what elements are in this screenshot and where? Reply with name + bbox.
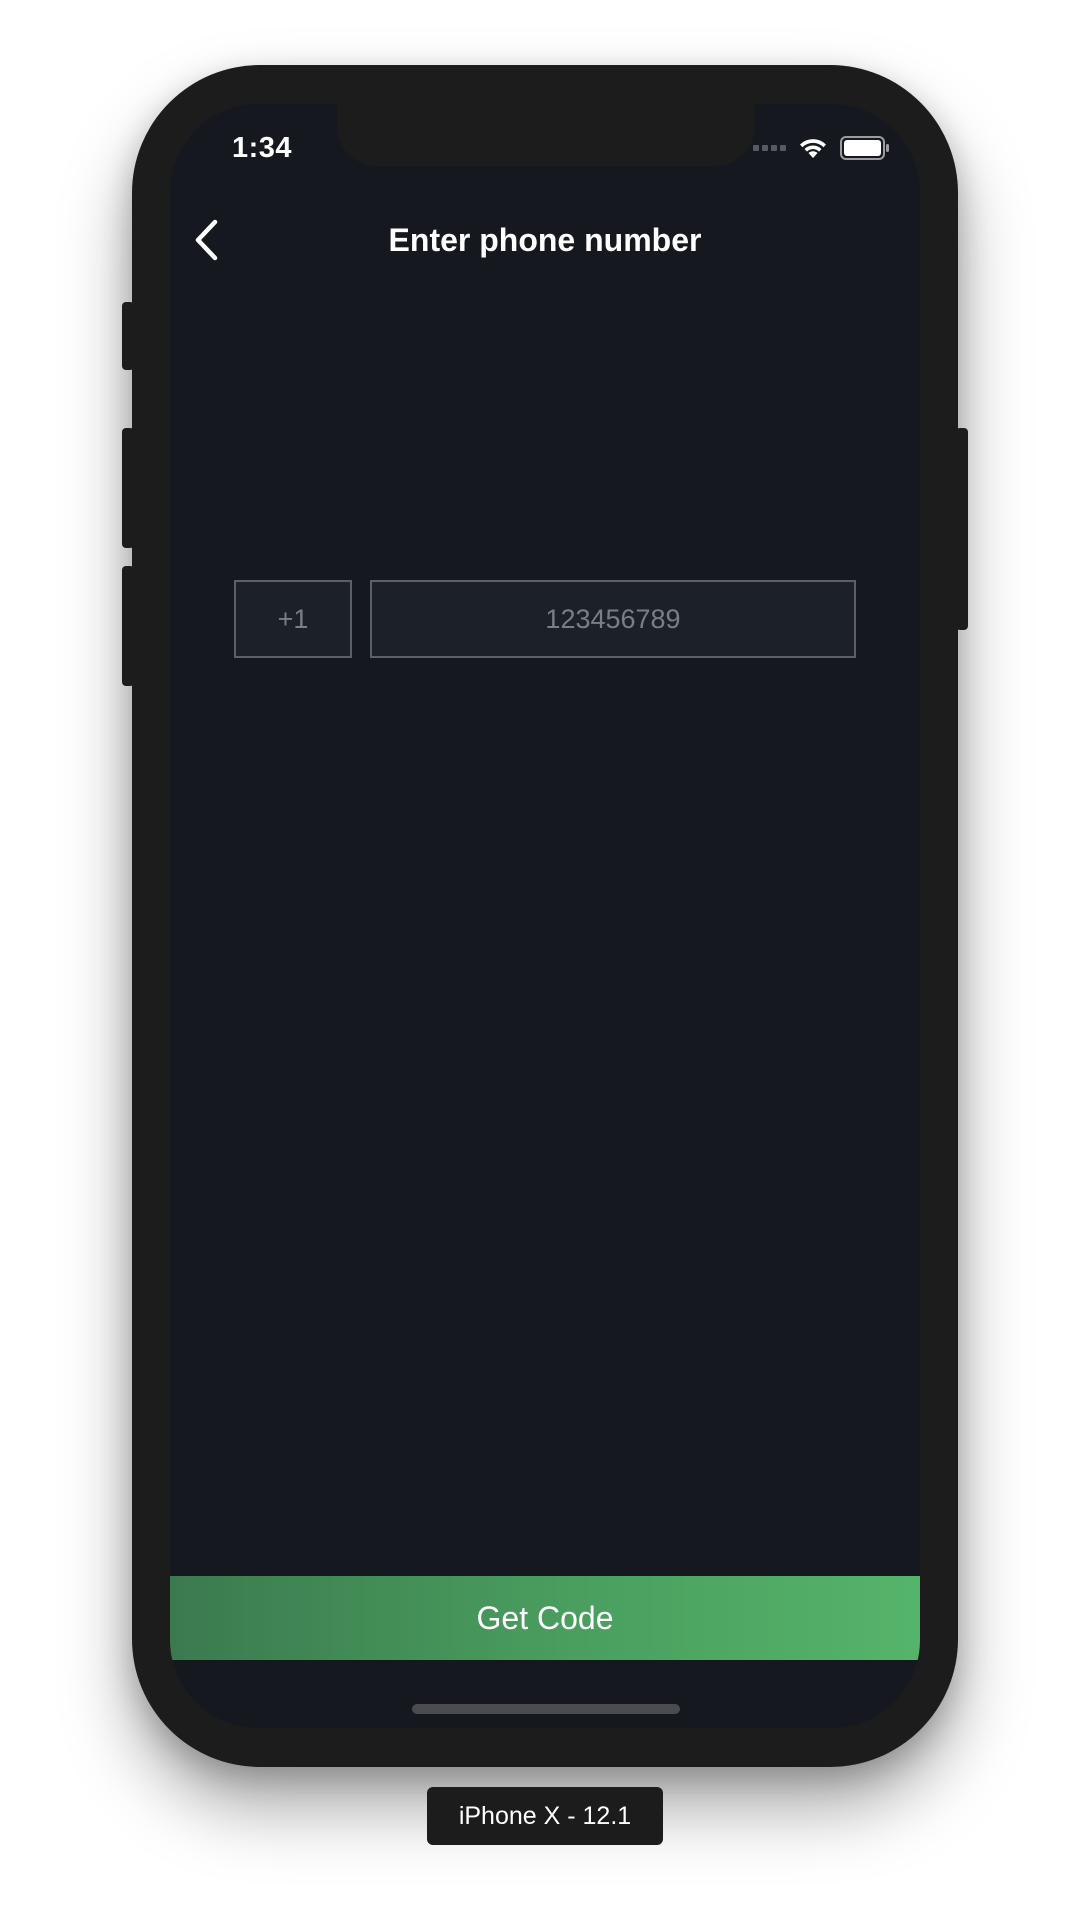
device-notch xyxy=(337,104,755,166)
country-code-field[interactable]: +1 xyxy=(234,580,352,658)
get-code-button[interactable]: Get Code xyxy=(170,1576,920,1660)
volume-up-button xyxy=(122,428,134,548)
wifi-icon xyxy=(800,139,826,158)
power-button xyxy=(956,428,968,630)
home-indicator xyxy=(412,1704,680,1714)
status-time: 1:34 xyxy=(232,132,293,164)
page-title: Enter phone number xyxy=(388,222,702,258)
status-icons xyxy=(753,136,890,160)
simulator-device-label: iPhone X - 12.1 xyxy=(427,1787,663,1845)
mute-switch xyxy=(122,302,134,370)
cellular-signal-icon xyxy=(753,145,786,151)
battery-icon xyxy=(840,136,889,160)
volume-down-button xyxy=(122,566,134,686)
app-screen: 1:34 Enter phone number +1 Get Code xyxy=(170,104,920,1728)
phone-number-input[interactable] xyxy=(370,580,856,658)
navigation-bar: Enter phone number xyxy=(170,204,920,276)
